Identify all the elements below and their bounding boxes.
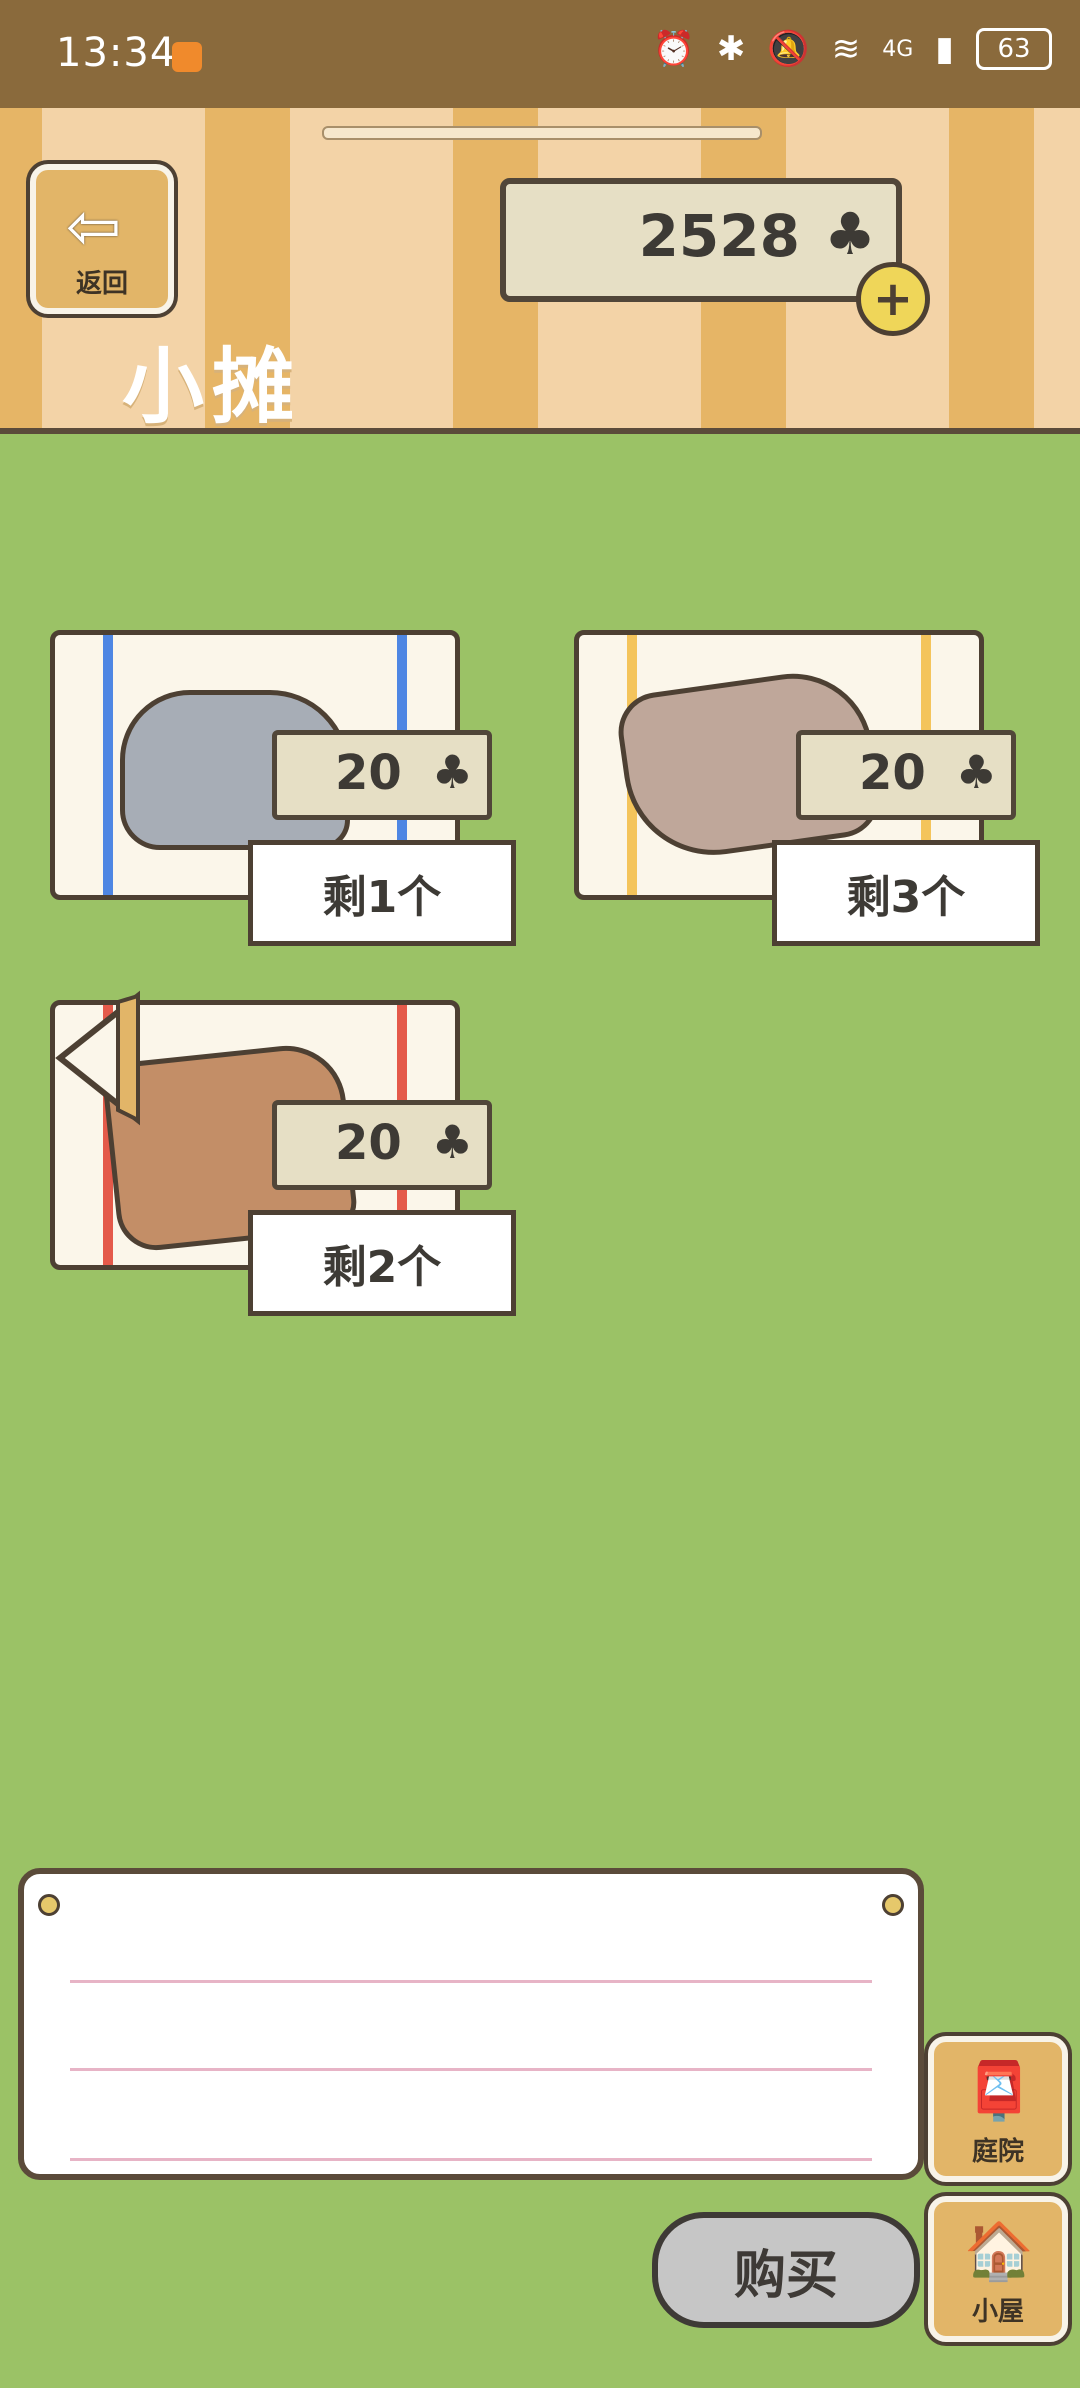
item-stock: 剩2个 [248,1210,516,1316]
clock-text: 13:34 [56,30,177,76]
item-price: 20 [335,745,402,801]
clover-balance: 2528 ♣ [500,178,902,302]
add-clover-button[interactable]: + [856,262,930,336]
cloth-stripe [103,635,113,895]
item-price-tag: 20 ♣ [796,730,1016,820]
drag-handle[interactable] [322,126,762,140]
clover-icon: ♣ [431,745,473,799]
battery-level: 63 [997,34,1031,64]
page-title: 小摊 [122,340,303,435]
clover-icon: ♣ [824,200,876,268]
yard-button[interactable]: 📮 庭院 [928,2036,1068,2182]
message-board [18,1868,924,2180]
yard-button-label: 庭院 [971,2137,1024,2167]
back-button-label: 返回 [75,269,128,299]
item-price: 20 [859,745,926,801]
clover-count: 2528 [638,202,800,270]
pin-icon [38,1894,60,1916]
wifi-icon: ≋ [831,29,861,69]
app-notification-icon [172,42,202,72]
item-price-tag: 20 ♣ [272,730,492,820]
house-button[interactable]: 🏠 小屋 [928,2196,1068,2342]
shop-item[interactable]: 20 ♣ 剩3个 [564,630,1040,970]
network-label: 4G [882,36,914,62]
back-button[interactable]: ⇦ 返回 [30,164,174,314]
item-price-tag: 20 ♣ [272,1100,492,1190]
clover-icon: ♣ [955,745,997,799]
board-line [70,2158,872,2161]
board-line [70,2068,872,2071]
pin-icon [882,1894,904,1916]
board-line [70,1980,872,1983]
buy-button[interactable]: 购买 [652,2212,920,2328]
battery-indicator: 63 [976,28,1052,70]
previous-page-arrow-icon[interactable] [54,990,140,1126]
alarm-icon: ⏰ [652,29,695,69]
item-stock: 剩1个 [248,840,516,946]
bluetooth-icon: ✱ [716,29,746,69]
house-icon: 🏠 [964,2219,1034,2284]
signal-icon: ▮ [935,29,954,69]
mute-icon: 🔕 [767,29,810,69]
shop-item[interactable]: 20 ♣ 剩1个 [40,630,516,970]
item-stock: 剩3个 [772,840,1040,946]
status-icons: ⏰ ✱ 🔕 ≋ 4G ▮ 63 [653,28,1052,70]
house-button-label: 小屋 [971,2297,1024,2327]
item-price: 20 [335,1115,402,1171]
status-bar: 13:34 ⏰ ✱ 🔕 ≋ 4G ▮ 63 [0,0,1080,108]
left-arrow-icon: ⇦ [66,188,122,265]
clover-icon: ♣ [431,1115,473,1169]
mailbox-icon: 📮 [964,2059,1034,2124]
